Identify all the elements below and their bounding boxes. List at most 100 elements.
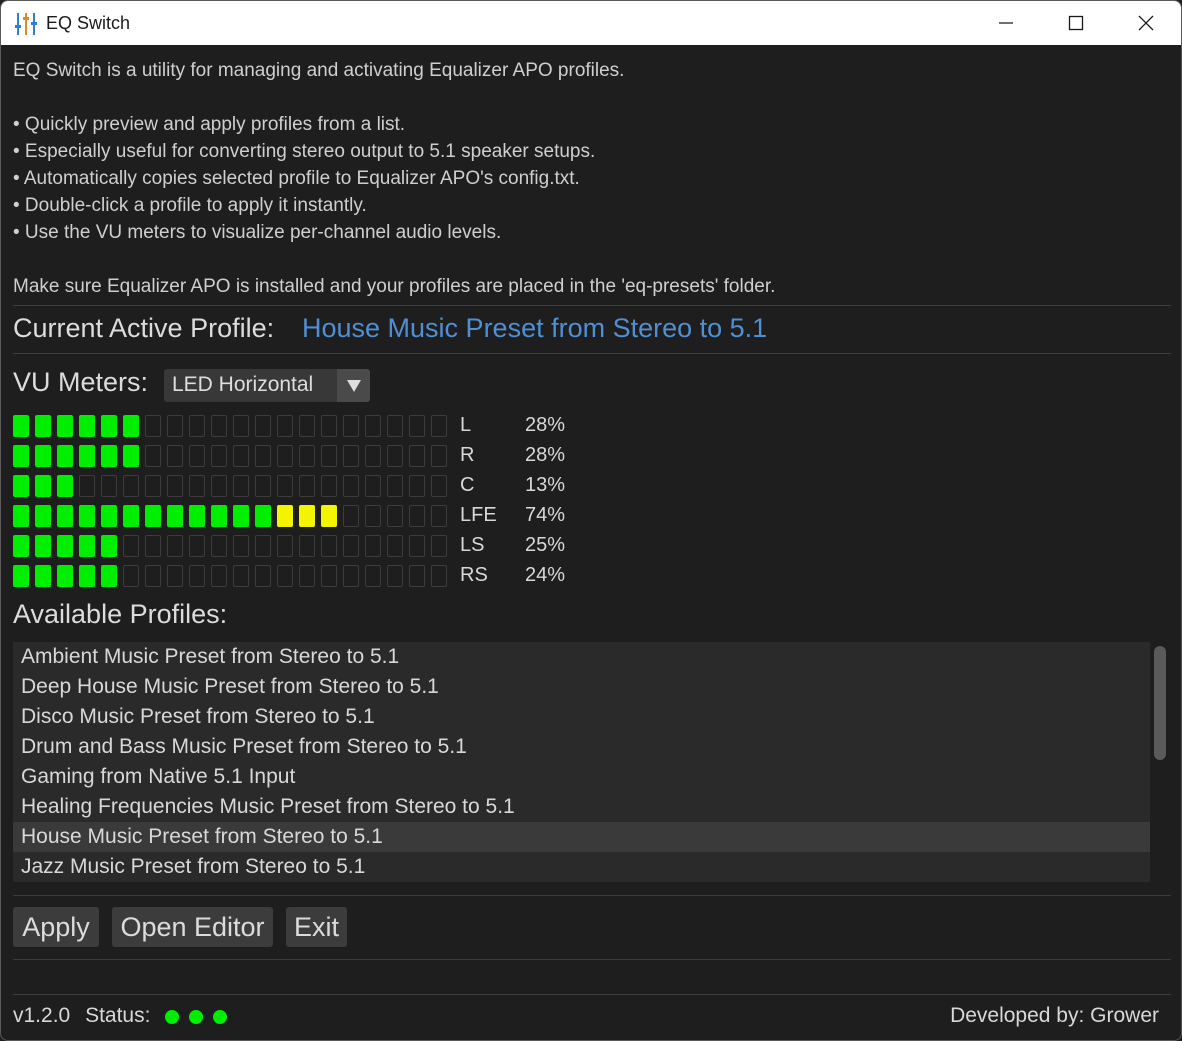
vu-led-segment xyxy=(409,505,425,527)
profile-list-item[interactable]: Ambient Music Preset from Stereo to 5.1 xyxy=(13,642,1150,672)
vu-led-segment xyxy=(255,565,271,587)
vu-mode-value: LED Horizontal xyxy=(172,373,314,396)
vu-led-segment xyxy=(79,565,95,587)
vu-channel-label: LS xyxy=(460,534,485,556)
vu-led-segment xyxy=(13,565,29,587)
app-window: EQ Switch EQ Switch is a utility for man… xyxy=(0,0,1182,1041)
vu-led-segment xyxy=(255,535,271,557)
vu-led-segment xyxy=(167,445,183,467)
vu-led-segment xyxy=(431,565,447,587)
vu-led-segment xyxy=(167,565,183,587)
available-profiles-label: Available Profiles: xyxy=(13,599,228,629)
description-bullet: • Especially useful for converting stere… xyxy=(13,141,596,162)
vu-led-segment xyxy=(167,415,183,437)
profile-list-item[interactable]: House Music Preset from Stereo to 5.1 xyxy=(13,822,1150,852)
description-bullet: • Automatically copies selected profile … xyxy=(13,168,580,189)
vu-led-segment xyxy=(57,505,73,527)
vu-led-segment xyxy=(233,565,249,587)
vu-channel-percent: 24% xyxy=(525,564,566,586)
vu-led-segment xyxy=(365,535,381,557)
vu-led-segment xyxy=(189,505,205,527)
vu-led-segment xyxy=(123,535,139,557)
scrollbar-thumb[interactable] xyxy=(1154,646,1166,760)
profile-list-item[interactable]: Drum and Bass Music Preset from Stereo t… xyxy=(13,732,1150,762)
vu-channel-percent: 28% xyxy=(525,444,566,466)
vu-led-segment xyxy=(189,535,205,557)
vu-channel-percent: 28% xyxy=(525,414,566,436)
window-title: EQ Switch xyxy=(46,13,131,33)
vu-mode-dropdown[interactable]: LED Horizontal xyxy=(164,369,370,402)
vu-led-segment xyxy=(101,535,117,557)
maximize-button[interactable] xyxy=(1041,1,1111,45)
vu-led-segment xyxy=(233,415,249,437)
profile-list-item[interactable]: Disco Music Preset from Stereo to 5.1 xyxy=(13,702,1150,732)
developer-credit: Developed by: Grower xyxy=(950,1004,1159,1027)
version-text: v1.2.0 xyxy=(13,1004,71,1027)
vu-led-segment xyxy=(79,505,95,527)
vu-led-segment xyxy=(431,415,447,437)
vu-led-segment xyxy=(277,445,293,467)
vu-led-segment xyxy=(233,535,249,557)
vu-led-segment xyxy=(233,475,249,497)
vu-led-segment xyxy=(409,565,425,587)
vu-led-segment xyxy=(211,445,227,467)
dropdown-arrow-icon[interactable] xyxy=(337,369,370,402)
vu-led-segment xyxy=(299,565,315,587)
vu-led-segment xyxy=(321,415,337,437)
vu-led-segment xyxy=(13,475,29,497)
profile-list-item[interactable]: Deep House Music Preset from Stereo to 5… xyxy=(13,672,1150,702)
description-bullet: • Use the VU meters to visualize per-cha… xyxy=(13,222,502,243)
vu-led-segment xyxy=(101,565,117,587)
vu-led-segment xyxy=(79,445,95,467)
profile-list[interactable]: Ambient Music Preset from Stereo to 5.1 D… xyxy=(13,642,1150,882)
close-button[interactable] xyxy=(1111,1,1181,45)
profile-list-item[interactable]: Jazz Music Preset from Stereo to 5.1 xyxy=(13,852,1150,882)
vu-led-segment xyxy=(365,475,381,497)
vu-led-segment xyxy=(101,415,117,437)
vu-led-segment xyxy=(167,475,183,497)
title-bar[interactable]: EQ Switch xyxy=(1,1,1181,45)
minimize-button[interactable] xyxy=(971,1,1041,45)
vu-led-segment xyxy=(101,475,117,497)
profile-list-scrollbar[interactable] xyxy=(1152,642,1170,882)
minimize-icon xyxy=(999,22,1013,24)
equalizer-sliders-icon xyxy=(15,13,37,35)
vu-led-segment xyxy=(189,565,205,587)
vu-led-segment xyxy=(35,445,51,467)
vu-led-segment xyxy=(409,475,425,497)
vu-led-segment xyxy=(57,445,73,467)
vu-led-segment xyxy=(57,535,73,557)
vu-led-segment xyxy=(145,445,161,467)
vu-led-segment xyxy=(321,445,337,467)
vu-led-segment xyxy=(277,475,293,497)
profile-list-item[interactable]: Healing Frequencies Music Preset from St… xyxy=(13,792,1150,822)
exit-button[interactable]: Exit xyxy=(286,907,347,947)
maximize-icon xyxy=(1068,15,1084,31)
vu-led-segment xyxy=(387,415,403,437)
vu-led-segment xyxy=(343,415,359,437)
open-editor-button[interactable]: Open Editor xyxy=(112,907,273,947)
vu-led-segment xyxy=(167,505,183,527)
description-bullet: • Quickly preview and apply profiles fro… xyxy=(13,114,406,135)
vu-led-segment xyxy=(211,535,227,557)
vu-led-segment xyxy=(365,565,381,587)
vu-led-segment xyxy=(13,415,29,437)
status-dot-icon xyxy=(189,1010,203,1024)
vu-led-segment xyxy=(211,475,227,497)
vu-led-segment xyxy=(365,445,381,467)
vu-led-segment xyxy=(35,475,51,497)
status-dot-icon xyxy=(165,1010,179,1024)
vu-led-segment xyxy=(409,445,425,467)
description-bullet: • Double-click a profile to apply it ins… xyxy=(13,195,367,216)
vu-channel-percent: 25% xyxy=(525,534,566,556)
vu-led-segment xyxy=(13,505,29,527)
status-label: Status: xyxy=(85,1004,151,1027)
profile-list-item[interactable]: Gaming from Native 5.1 Input xyxy=(13,762,1150,792)
vu-led-segment xyxy=(255,445,271,467)
vu-channel-label: RS xyxy=(460,564,488,586)
vu-led-segment xyxy=(145,475,161,497)
close-icon xyxy=(1138,15,1154,31)
vu-led-segment xyxy=(409,535,425,557)
apply-button[interactable]: Apply xyxy=(13,907,99,947)
vu-led-segment xyxy=(123,445,139,467)
